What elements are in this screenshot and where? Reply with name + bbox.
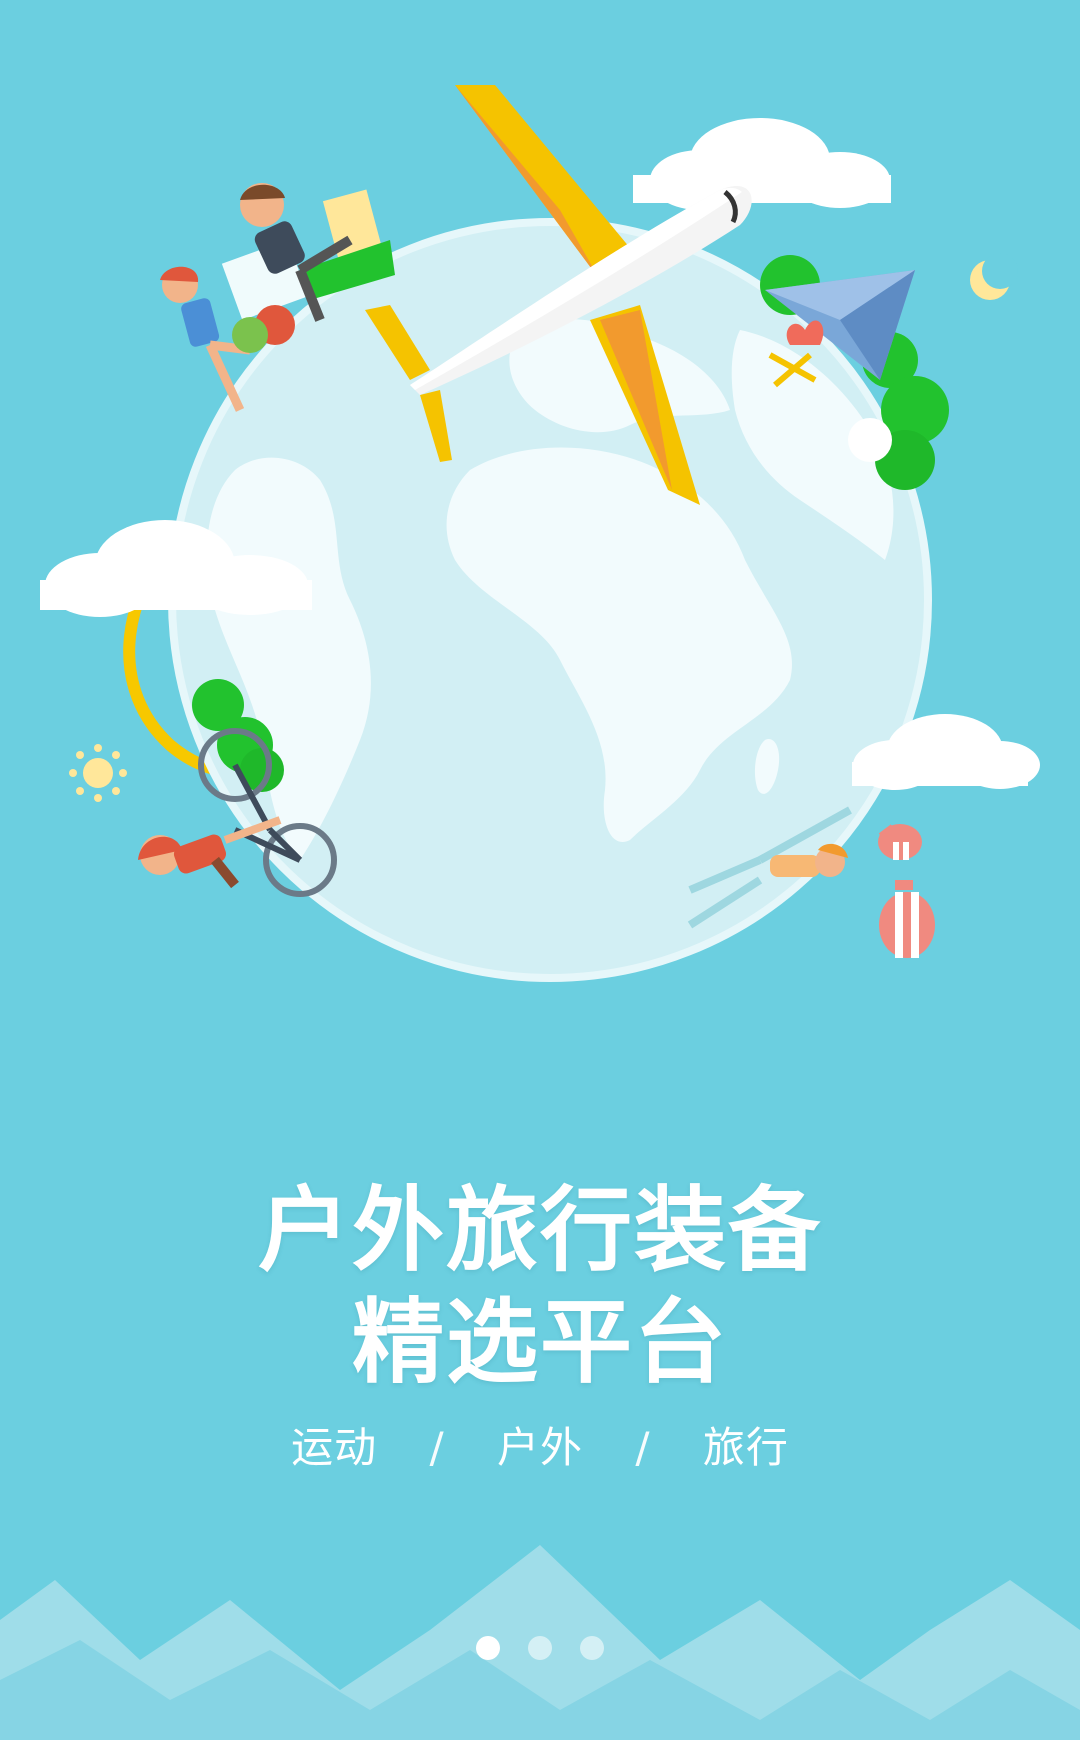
tagline: 运动 / 户外 / 旅行 xyxy=(0,1420,1080,1476)
page-indicator xyxy=(0,1636,1080,1660)
tag-separator: / xyxy=(635,1423,651,1472)
travel-illustration xyxy=(40,85,1040,982)
sun-icon xyxy=(69,744,127,802)
headline: 户外旅行装备 精选平台 xyxy=(0,1175,1080,1399)
onboarding-screen: 户外旅行装备 精选平台 运动 / 户外 / 旅行 xyxy=(0,0,1080,1740)
cloud-top-right xyxy=(633,118,891,210)
page-dot-3[interactable] xyxy=(580,1636,604,1660)
headline-line-2: 精选平台 xyxy=(351,1289,728,1396)
tag-outdoor: 户外 xyxy=(496,1423,583,1472)
page-dot-1[interactable] xyxy=(476,1636,500,1660)
tag-sports: 运动 xyxy=(291,1423,378,1472)
tag-travel: 旅行 xyxy=(702,1423,789,1472)
tag-separator: / xyxy=(429,1423,445,1472)
crescent-moon-icon xyxy=(970,253,1018,300)
headline-line-1: 户外旅行装备 xyxy=(257,1177,822,1284)
hot-air-balloon-icon xyxy=(878,824,935,958)
page-dot-2[interactable] xyxy=(528,1636,552,1660)
